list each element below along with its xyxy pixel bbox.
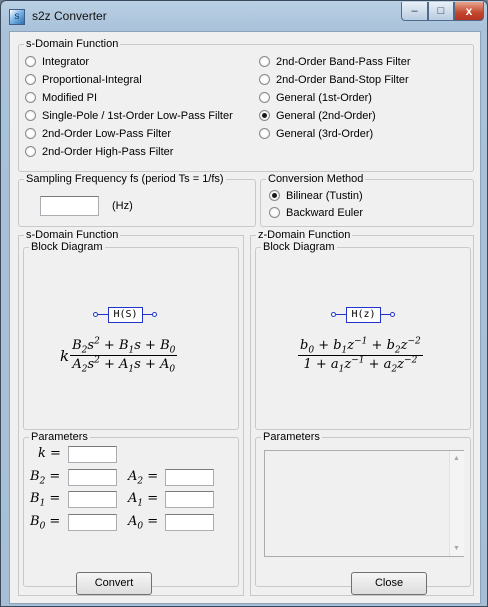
z-block-diagram-label: Block Diagram bbox=[261, 241, 337, 254]
param-b2-input[interactable] bbox=[68, 469, 117, 486]
radio-general-3rd-order[interactable]: General (3rd-Order) bbox=[259, 128, 373, 141]
s-transfer-function-formula: k B2s2 + B1s + B0 A2s2 + A1s + A0 bbox=[60, 336, 178, 375]
radio-single-pole-lowpass[interactable]: Single-Pole / 1st-Order Low-Pass Filter bbox=[25, 110, 233, 123]
s-domain-function-group-label: s-Domain Function bbox=[24, 38, 121, 51]
conversion-method-label: Conversion Method bbox=[266, 173, 366, 186]
param-label-b2: B2 = bbox=[30, 469, 61, 487]
z-domain-panel: z-Domain Function Block Diagram H(z) b0 … bbox=[250, 229, 474, 596]
s-domain-function-group: s-Domain Function Integrator Proportiona… bbox=[18, 38, 474, 172]
minimize-button[interactable]: – bbox=[401, 2, 428, 21]
radio-circle[interactable] bbox=[269, 207, 280, 218]
radio-circle-selected[interactable] bbox=[269, 190, 280, 201]
z-parameters-label: Parameters bbox=[261, 431, 322, 444]
param-label-a1: A1 = bbox=[128, 491, 159, 509]
input-wire bbox=[336, 314, 346, 315]
window-title: s2z Converter bbox=[32, 9, 107, 23]
s-block-diagram-group: Block Diagram H(S) k B2s2 + B1s + B0 A2s2 … bbox=[23, 241, 239, 430]
title-bar[interactable]: s s2z Converter – □ x bbox=[1, 1, 487, 31]
z-transfer-function-formula: b0 + b1z−1 + b2z−2 1 + a1z−1 + a2z−2 bbox=[298, 336, 423, 375]
radio-circle[interactable] bbox=[259, 74, 270, 85]
param-k-input[interactable] bbox=[68, 446, 117, 463]
s-domain-panel: s-Domain Function Block Diagram H(S) k B2… bbox=[18, 229, 244, 596]
s-transfer-block: H(S) bbox=[108, 307, 143, 323]
radio-circle[interactable] bbox=[259, 92, 270, 103]
radio-circle[interactable] bbox=[25, 128, 36, 139]
z-parameters-textarea[interactable] bbox=[264, 450, 464, 557]
radio-general-1st-order[interactable]: General (1st-Order) bbox=[259, 92, 372, 105]
app-icon: s bbox=[9, 9, 25, 25]
sampling-frequency-label: Sampling Frequency fs (period Ts = 1/fs) bbox=[24, 173, 226, 186]
radio-bilinear-tustin[interactable]: Bilinear (Tustin) bbox=[269, 190, 363, 203]
param-label-a0: A0 = bbox=[128, 514, 159, 532]
radio-circle[interactable] bbox=[25, 92, 36, 103]
param-a1-input[interactable] bbox=[165, 491, 214, 508]
radio-circle[interactable] bbox=[259, 128, 270, 139]
param-label-b1: B1 = bbox=[30, 491, 61, 509]
sampling-frequency-group: Sampling Frequency fs (period Ts = 1/fs)… bbox=[18, 173, 256, 227]
input-wire bbox=[98, 314, 108, 315]
dialog-client-area: s-Domain Function Integrator Proportiona… bbox=[9, 31, 481, 604]
output-port-icon bbox=[390, 312, 395, 317]
scroll-down-arrow-icon[interactable]: ▼ bbox=[453, 545, 460, 552]
param-label-a2: A2 = bbox=[128, 469, 159, 487]
radio-circle[interactable] bbox=[259, 56, 270, 67]
output-port-icon bbox=[152, 312, 157, 317]
sampling-frequency-input[interactable] bbox=[40, 196, 99, 216]
z-parameters-scrollbar[interactable]: ▲ ▼ bbox=[449, 451, 464, 556]
param-b0-input[interactable] bbox=[68, 514, 117, 531]
conversion-method-group: Conversion Method Bilinear (Tustin) Back… bbox=[260, 173, 474, 227]
window: s s2z Converter – □ x s-Domain Function … bbox=[0, 0, 488, 607]
radio-general-2nd-order[interactable]: General (2nd-Order) bbox=[259, 110, 376, 123]
convert-button[interactable]: Convert bbox=[76, 572, 152, 595]
radio-2nd-order-highpass[interactable]: 2nd-Order High-Pass Filter bbox=[25, 146, 173, 159]
z-parameters-group: Parameters ▲ ▼ bbox=[255, 431, 471, 587]
z-block-diagram-group: Block Diagram H(z) b0 + b1z−1 + b2z−2 1 +… bbox=[255, 241, 471, 430]
sampling-frequency-unit: (Hz) bbox=[112, 200, 133, 212]
radio-integrator[interactable]: Integrator bbox=[25, 56, 89, 69]
close-window-button[interactable]: x bbox=[454, 2, 484, 21]
radio-modified-pi[interactable]: Modified PI bbox=[25, 92, 97, 105]
z-transfer-block: H(z) bbox=[346, 307, 381, 323]
param-b1-input[interactable] bbox=[68, 491, 117, 508]
param-label-k: k = bbox=[38, 446, 61, 461]
scroll-up-arrow-icon[interactable]: ▲ bbox=[453, 455, 460, 462]
radio-circle[interactable] bbox=[25, 56, 36, 67]
radio-circle[interactable] bbox=[25, 110, 36, 121]
s-parameters-group: Parameters k = B2 = B1 = B0 = A2 = A1 = … bbox=[23, 431, 239, 587]
radio-2nd-order-lowpass[interactable]: 2nd-Order Low-Pass Filter bbox=[25, 128, 171, 141]
s-block-diagram-label: Block Diagram bbox=[29, 241, 105, 254]
radio-2nd-order-bandpass[interactable]: 2nd-Order Band-Pass Filter bbox=[259, 56, 411, 69]
param-a2-input[interactable] bbox=[165, 469, 214, 486]
maximize-button[interactable]: □ bbox=[428, 2, 454, 21]
radio-circle[interactable] bbox=[25, 146, 36, 157]
param-a0-input[interactable] bbox=[165, 514, 214, 531]
radio-backward-euler[interactable]: Backward Euler bbox=[269, 207, 363, 220]
param-label-b0: B0 = bbox=[30, 514, 61, 532]
s-parameters-label: Parameters bbox=[29, 431, 90, 444]
radio-circle-selected[interactable] bbox=[259, 110, 270, 121]
close-button[interactable]: Close bbox=[351, 572, 427, 595]
radio-2nd-order-bandstop[interactable]: 2nd-Order Band-Stop Filter bbox=[259, 74, 409, 87]
radio-proportional-integral[interactable]: Proportional-Integral bbox=[25, 74, 142, 87]
radio-circle[interactable] bbox=[25, 74, 36, 85]
